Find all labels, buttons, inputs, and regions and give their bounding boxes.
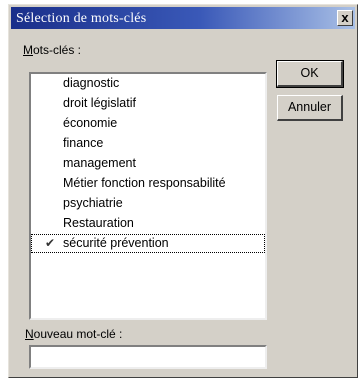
list-item-label: Restauration <box>63 216 134 230</box>
list-item[interactable]: Métier fonction responsabilité <box>31 174 265 193</box>
list-item-label: sécurité prévention <box>63 236 169 250</box>
list-item[interactable]: finance <box>31 134 265 153</box>
list-item[interactable]: management <box>31 154 265 173</box>
keywords-label: Mots-clés : <box>23 43 82 57</box>
keyword-selection-dialog: Sélection de mots-clés x Mots-clés : dia… <box>8 4 358 378</box>
cancel-button[interactable]: Annuler <box>277 95 343 121</box>
list-item-label: finance <box>63 136 104 150</box>
new-keyword-input[interactable] <box>31 347 265 367</box>
list-item[interactable]: Restauration <box>31 214 265 233</box>
title-bar[interactable]: Sélection de mots-clés x <box>11 7 355 29</box>
list-item-label: économie <box>63 116 118 130</box>
list-item-selected[interactable]: ✔ sécurité prévention <box>31 234 265 253</box>
list-item-label: psychiatrie <box>63 196 123 210</box>
list-item[interactable]: psychiatrie <box>31 194 265 213</box>
list-item[interactable]: droit législatif <box>31 94 265 113</box>
new-keyword-field[interactable] <box>29 345 267 369</box>
list-item-label: diagnostic <box>63 76 120 90</box>
list-item-label: Métier fonction responsabilité <box>63 176 226 190</box>
ok-button[interactable]: OK <box>276 60 344 88</box>
keywords-listbox[interactable]: diagnostic droit législatif économie fin… <box>29 72 267 320</box>
list-item[interactable]: économie <box>31 114 265 133</box>
window-title: Sélection de mots-clés <box>16 11 147 26</box>
list-item[interactable]: diagnostic <box>31 74 265 93</box>
list-item-label: droit législatif <box>63 96 136 110</box>
close-icon: x <box>341 10 349 25</box>
new-keyword-label: Nouveau mot-clé : <box>25 327 123 341</box>
list-item-label: management <box>63 156 136 170</box>
close-button[interactable]: x <box>337 10 353 26</box>
check-icon: ✔ <box>45 236 56 250</box>
